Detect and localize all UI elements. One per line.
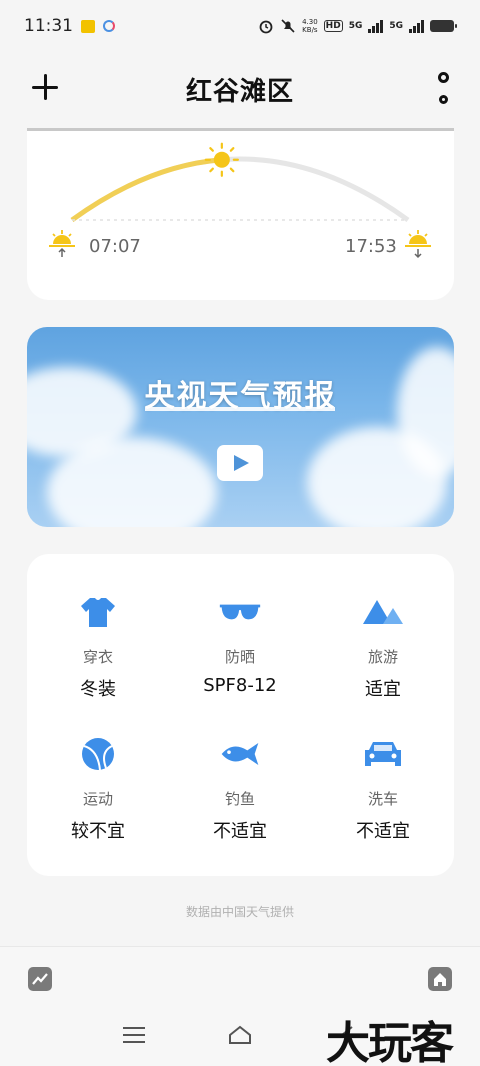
signal-icon-2 [409, 19, 424, 33]
sunset-time: 17:53 [345, 236, 397, 257]
home-icon [434, 973, 446, 986]
app-header: 红谷滩区 [0, 58, 480, 120]
index-item-clothing[interactable]: 穿衣 冬装 [27, 554, 169, 700]
nav-home-button[interactable] [228, 1025, 252, 1045]
hd-badge: HD [323, 20, 343, 32]
sunrise-icon [49, 230, 75, 257]
index-label: 洗车 [367, 790, 398, 808]
index-value: SPF8-12 [203, 675, 277, 696]
weather-video-card[interactable]: 央视天气预报 [27, 327, 454, 527]
battery-icon [430, 20, 457, 32]
index-item-travel[interactable]: 旅游 适宜 [312, 554, 454, 700]
mute-icon [281, 19, 295, 33]
index-label: 防晒 [224, 648, 255, 666]
sunglasses-icon [218, 592, 262, 632]
ball-icon [76, 734, 120, 774]
nav-recents-button[interactable] [123, 1027, 145, 1043]
index-label: 运动 [82, 790, 113, 808]
sunset-icon [405, 230, 431, 259]
home-city-button[interactable] [428, 967, 452, 991]
status-right: 4.30 KB/s HD 5G 5G [258, 18, 457, 34]
more-dot-icon [437, 72, 449, 83]
index-item-carwash[interactable]: 洗车 不适宜 [312, 696, 454, 842]
net-speed-unit: KB/s [302, 26, 318, 34]
sun-icon [204, 142, 239, 177]
life-index-card: 穿衣 冬装 防晒 SPF8-12 旅游 适宜 运动 较不宜 钓鱼 不适宜 洗车 … [27, 554, 454, 876]
index-item-sport[interactable]: 运动 较不宜 [27, 696, 169, 842]
sunrise-time: 07:07 [89, 236, 141, 257]
sig2-label: 5G [389, 21, 403, 31]
page-title: 红谷滩区 [185, 76, 294, 107]
play-button[interactable] [217, 445, 263, 481]
index-item-fishing[interactable]: 钓鱼 不适宜 [169, 696, 311, 842]
trend-icon [32, 973, 48, 985]
app-notification-icon [103, 20, 115, 32]
index-value: 不适宜 [213, 821, 267, 842]
sun-card: 07:07 17:53 [27, 128, 454, 300]
more-options-button[interactable] [436, 72, 450, 104]
notification-icon [81, 19, 95, 33]
title-underline [145, 407, 335, 411]
sig1-label: 5G [348, 21, 363, 31]
index-label: 钓鱼 [224, 790, 255, 808]
status-bar: 11:31 4.30 KB/s HD 5G 5G [0, 0, 480, 52]
shirt-icon [76, 592, 120, 632]
add-city-button[interactable] [30, 72, 60, 102]
bottom-bar: 大玩客 [0, 946, 480, 1066]
net-speed: 4.30 KB/s [302, 18, 318, 34]
status-time: 11:31 [24, 16, 73, 36]
index-value: 较不宜 [71, 821, 125, 842]
index-item-sunscreen[interactable]: 防晒 SPF8-12 [169, 554, 311, 696]
index-label: 旅游 [367, 648, 398, 666]
more-dot-icon [438, 95, 448, 104]
fish-icon [218, 734, 262, 774]
car-icon [361, 734, 405, 774]
alarm-icon [259, 20, 273, 34]
data-source-note: 数据由中国天气提供 [185, 905, 294, 919]
signal-icon [368, 19, 384, 33]
status-left: 11:31 [24, 16, 115, 36]
sun-arc-chart [49, 142, 431, 259]
net-speed-value: 4.30 [302, 18, 318, 26]
trend-chart-button[interactable] [28, 967, 52, 991]
index-label: 穿衣 [82, 648, 113, 666]
index-value: 不适宜 [356, 821, 410, 842]
mountain-icon [361, 592, 405, 632]
watermark-logo: 大玩客 [326, 1018, 454, 1066]
